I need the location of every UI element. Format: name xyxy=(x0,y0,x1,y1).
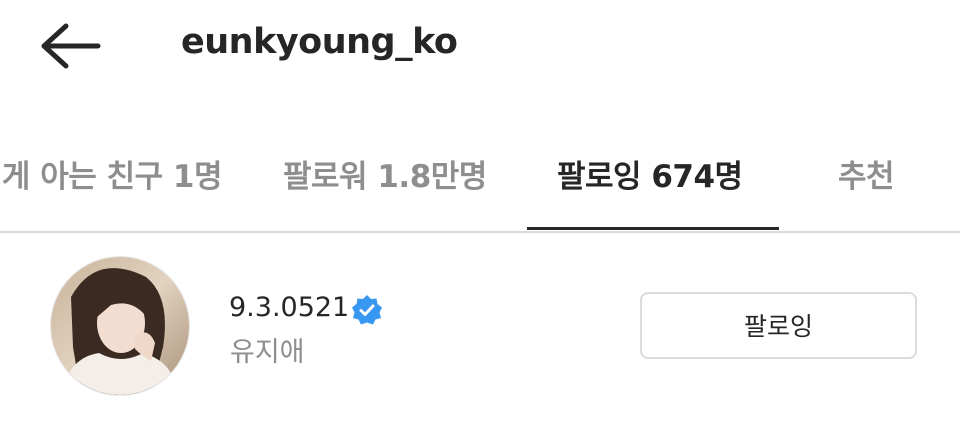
tab-followers[interactable]: 팔로워 1.8만명 xyxy=(283,151,487,196)
tab-mutual-friends[interactable]: 게 아는 친구 1명 xyxy=(2,151,223,196)
tab-suggested[interactable]: 추천 xyxy=(838,151,895,196)
tabs-divider xyxy=(0,231,960,233)
account-username[interactable]: 9.3.0521 xyxy=(229,292,349,323)
avatar[interactable] xyxy=(50,256,190,396)
account-full-name: 유지애 xyxy=(230,337,305,368)
back-button[interactable] xyxy=(38,20,102,72)
following-button[interactable]: 팔로잉 xyxy=(640,292,917,359)
verified-badge-icon xyxy=(350,293,384,327)
follow-tabs: 게 아는 친구 1명 팔로워 1.8만명 팔로잉 674명 추천 xyxy=(0,128,960,234)
tab-following[interactable]: 팔로잉 674명 xyxy=(557,151,743,196)
list-item[interactable]: 9.3.0521 유지애 팔로잉 xyxy=(0,250,960,400)
profile-username: eunkyoung_ko xyxy=(181,22,458,62)
active-tab-indicator xyxy=(527,227,779,230)
top-bar: eunkyoung_ko xyxy=(0,0,960,90)
arrow-left-icon xyxy=(38,20,102,72)
